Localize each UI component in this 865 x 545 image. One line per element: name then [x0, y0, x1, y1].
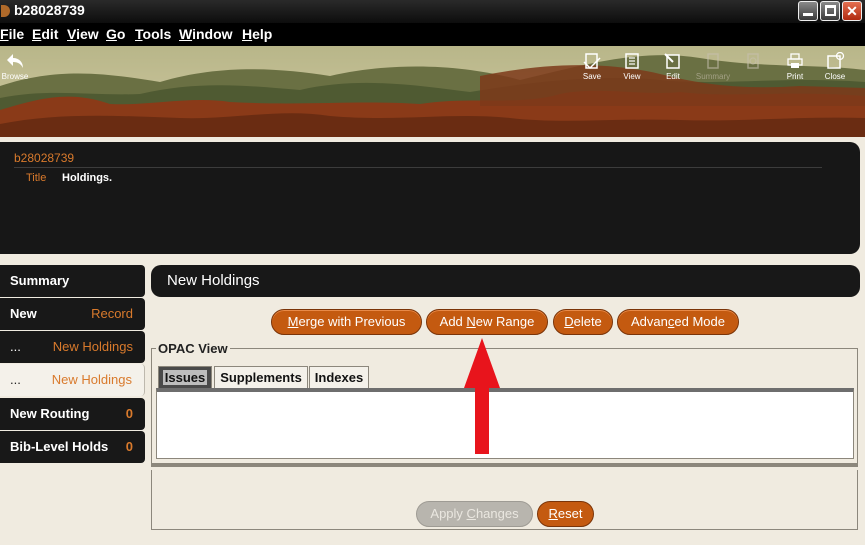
- disabled-toolbar-button[interactable]: [735, 52, 771, 92]
- menu-tools[interactable]: Tools: [135, 26, 171, 42]
- close-document-icon: [827, 52, 845, 69]
- toolbar-banner: Browse Save View Edit Summary Print Clos…: [0, 46, 865, 137]
- sidebar-item-value: New Holdings: [52, 339, 133, 354]
- tab-label: Supplements: [220, 370, 302, 385]
- sidebar-item-label: Summary: [10, 273, 70, 288]
- tab-label: Indexes: [314, 370, 364, 385]
- save-icon: [583, 53, 601, 70]
- menu-bar: File Edit View Go Tools Window Help: [0, 23, 865, 46]
- sidebar-item-summary[interactable]: Summary: [0, 265, 145, 297]
- summary-button[interactable]: Summary: [695, 52, 731, 92]
- reset-button[interactable]: Reset: [537, 501, 594, 527]
- app-icon: [1, 5, 10, 17]
- advanced-mode-button[interactable]: Advanced Mode: [617, 309, 739, 335]
- sidebar-item-new-holdings-selected[interactable]: ... New Holdings: [0, 364, 145, 396]
- printer-icon: [787, 53, 803, 68]
- red-arrow-annotation: [464, 338, 500, 454]
- sidebar-item-label: ...: [10, 339, 21, 354]
- sidebar-item-count: 0: [125, 406, 133, 421]
- menu-file[interactable]: File: [0, 26, 24, 42]
- close-icon: ✕: [846, 3, 858, 19]
- tab-indexes[interactable]: Indexes: [309, 366, 369, 388]
- view-button[interactable]: View: [614, 52, 650, 92]
- title-label: Title: [26, 172, 47, 184]
- close-window-button[interactable]: ✕: [842, 1, 862, 21]
- opac-view-legend: OPAC View: [156, 341, 230, 356]
- print-button[interactable]: Print: [777, 52, 813, 92]
- tab-supplements[interactable]: Supplements: [214, 366, 308, 388]
- menu-view[interactable]: View: [67, 26, 99, 42]
- add-new-range-button[interactable]: Add New Range: [426, 309, 548, 335]
- record-header-panel: b28028739 Title Holdings.: [0, 142, 860, 254]
- opac-view-group: OPAC View Issues Supplements Indexes: [151, 341, 858, 466]
- sidebar-item-label: ...: [10, 372, 21, 387]
- sidebar-item-new-routing[interactable]: New Routing 0: [0, 398, 145, 430]
- minimize-button[interactable]: [798, 1, 818, 21]
- tab-label: Issues: [162, 370, 208, 385]
- print-label: Print: [786, 72, 804, 81]
- save-label: Save: [582, 72, 602, 81]
- sidebar-item-bib-level-holds[interactable]: Bib-Level Holds 0: [0, 431, 145, 463]
- apply-changes-button[interactable]: Apply Changes: [416, 501, 533, 527]
- view-icon: [625, 53, 639, 69]
- window-title: b28028739: [14, 2, 85, 18]
- menu-edit[interactable]: Edit: [32, 26, 58, 42]
- maximize-icon: [825, 5, 836, 16]
- edit-label: Edit: [666, 72, 680, 81]
- page-title: New Holdings: [167, 272, 260, 289]
- edit-button[interactable]: Edit: [655, 52, 691, 92]
- summary-icon: [707, 53, 719, 69]
- maximize-button[interactable]: [820, 1, 840, 21]
- splitter[interactable]: [151, 463, 858, 467]
- menu-help[interactable]: Help: [242, 26, 272, 42]
- sidebar-item-label: New: [10, 306, 37, 321]
- close-record-button[interactable]: Close: [817, 52, 853, 92]
- menu-window[interactable]: Window: [179, 26, 233, 42]
- tab-issues[interactable]: Issues: [158, 366, 212, 388]
- menu-go[interactable]: Go: [106, 26, 125, 42]
- sidebar-item-count: 0: [125, 439, 133, 454]
- sidebar-item-label: Bib-Level Holds: [10, 439, 109, 454]
- document-search-icon: [747, 53, 759, 69]
- record-id: b28028739: [14, 151, 75, 165]
- sidebar-item-value: Record: [91, 306, 133, 321]
- edit-icon: [664, 53, 680, 69]
- sidebar-item-label: New Routing: [10, 406, 90, 421]
- divider: [14, 167, 822, 168]
- minimize-icon: [803, 13, 813, 16]
- main-panel-header: New Holdings: [151, 265, 860, 297]
- save-button[interactable]: Save: [574, 52, 610, 92]
- delete-button[interactable]: Delete: [553, 309, 613, 335]
- browse-label: Browse: [1, 72, 29, 81]
- back-arrow-icon: [7, 54, 23, 68]
- issues-content-area[interactable]: [156, 388, 854, 459]
- close-label: Close: [824, 72, 846, 81]
- view-label: View: [623, 72, 641, 81]
- sidebar-item-value: New Holdings: [51, 372, 132, 387]
- sidebar-item-new-holdings[interactable]: ... New Holdings: [0, 331, 145, 363]
- title-value: Holdings.: [62, 172, 113, 184]
- merge-with-previous-button[interactable]: Merge with Previous: [271, 309, 422, 335]
- browse-button[interactable]: Browse: [0, 52, 33, 92]
- window-titlebar: b28028739 ✕: [0, 0, 865, 23]
- summary-label: Summary: [695, 72, 731, 81]
- sidebar-item-new-record[interactable]: New Record: [0, 298, 145, 330]
